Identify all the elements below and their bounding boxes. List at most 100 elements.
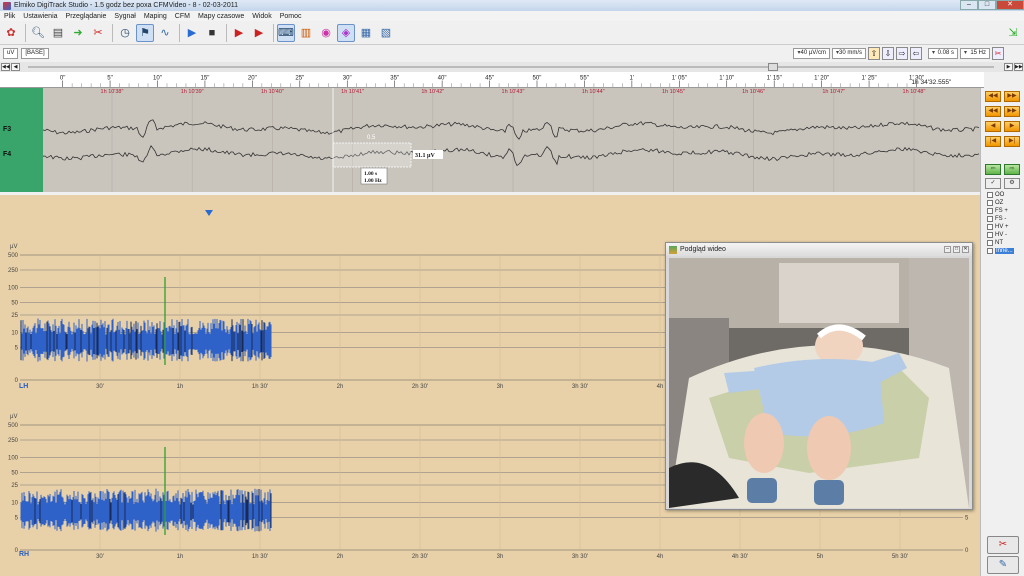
amplitude-down-icon[interactable]: ⇩ <box>882 46 894 60</box>
menu-signal[interactable]: Sygnał <box>114 13 135 20</box>
video-maximize-button[interactable]: □ <box>953 246 960 253</box>
tab-base[interactable]: [BASE] <box>21 47 49 59</box>
close-button[interactable]: ✕ <box>996 0 1024 10</box>
step-back-big-icon[interactable]: ◀◀ <box>985 106 1001 117</box>
video-minimize-button[interactable]: – <box>944 246 951 253</box>
menu-mapping[interactable]: Maping <box>144 13 167 20</box>
filter-tool-icon[interactable]: ✂ <box>992 46 1004 60</box>
tag-nt[interactable]: NT <box>987 240 1003 246</box>
tag-oo[interactable]: OO <box>987 192 1004 198</box>
maximize-button[interactable]: □ <box>978 0 996 10</box>
y-tick-label: 100 <box>8 286 19 292</box>
step-forward-big-icon[interactable]: ▶▶ <box>1004 106 1020 117</box>
export-icon[interactable]: ➜ <box>69 24 87 42</box>
cube-icon[interactable]: ◈ <box>337 23 355 42</box>
print-icon[interactable]: ▤ <box>49 24 67 42</box>
ruler-tick-label: 1’ 15" <box>767 75 782 82</box>
filter-select[interactable]: 15 Hz <box>960 47 990 59</box>
minimize-button[interactable]: – <box>960 0 978 10</box>
speed-select[interactable]: 30 mm/s <box>831 47 866 59</box>
clock-icon[interactable]: ◷ <box>116 24 134 42</box>
eeg-trace-panel[interactable]: F3 F4 1h 10'38" 1h 10'39" 1h 10'40" 1h 10'4… <box>0 88 980 192</box>
x-tick-label: 5h <box>817 554 824 560</box>
ruler-tick-label: 20" <box>248 75 257 82</box>
amplitude-up-icon[interactable]: ⇧ <box>868 46 880 60</box>
time-constant-select[interactable]: 0.08 s <box>928 47 958 59</box>
color-map-icon[interactable]: ◉ <box>317 24 335 42</box>
menu-file[interactable]: Plik <box>4 13 15 20</box>
event-prev-icon[interactable]: ⇦ <box>985 164 1001 175</box>
tag-fs-plus[interactable]: FS + <box>987 208 1008 214</box>
eeg-view-icon[interactable]: ⌨ <box>277 23 295 42</box>
video-preview-window[interactable]: Podgląd wideo – □ ✕ <box>665 242 973 510</box>
video-title-bar[interactable]: Podgląd wideo <box>666 243 972 256</box>
tag-hv-minus[interactable]: HV - <box>987 232 1007 238</box>
page-back-icon[interactable]: ◀◀ <box>985 91 1001 102</box>
menu-help[interactable]: Pomoc <box>280 13 302 20</box>
jump-end-icon[interactable]: ▶▶ <box>1014 63 1023 71</box>
video-close-button[interactable]: ✕ <box>962 246 969 253</box>
montage-icon[interactable]: ✿ <box>2 24 20 42</box>
menu-settings[interactable]: Ustawienia <box>23 13 57 20</box>
palette-icon[interactable]: ▧ <box>377 24 395 42</box>
tag-oz[interactable]: OZ <box>987 200 1003 206</box>
event-next-icon[interactable]: ⇨ <box>1004 164 1020 175</box>
pencil-icon[interactable]: ✎ <box>987 556 1019 574</box>
checkbox[interactable] <box>987 200 993 206</box>
record-end-icon[interactable]: ▶ <box>250 24 268 42</box>
time-scrollbar[interactable] <box>28 63 994 71</box>
tag-other[interactable]: Inne... <box>987 248 1014 254</box>
topo-map-icon[interactable]: ▦ <box>357 24 375 42</box>
checkbox[interactable] <box>987 208 993 214</box>
signal-icon[interactable]: ∿ <box>156 24 174 42</box>
speed-down-icon[interactable]: ⇦ <box>910 46 922 60</box>
x-tick-label: 3h 30' <box>572 554 588 560</box>
menu-time-maps[interactable]: Mapy czasowe <box>198 13 244 20</box>
menu-browse[interactable]: Przeglądanie <box>66 13 107 20</box>
checkbox[interactable] <box>987 216 993 222</box>
tag-hv-plus[interactable]: HV + <box>987 224 1009 230</box>
checkbox[interactable] <box>987 232 993 238</box>
accept-icon[interactable]: ✓ <box>985 178 1001 189</box>
video-frame[interactable] <box>669 258 969 508</box>
play-icon[interactable]: ▶ <box>183 24 201 42</box>
channel-label-f3[interactable]: F3 <box>3 126 11 133</box>
page-forward-icon[interactable]: ▶▶ <box>1004 91 1020 102</box>
go-start-icon[interactable]: |◀ <box>985 136 1001 147</box>
checkbox[interactable] <box>987 248 993 254</box>
go-end-icon[interactable]: ▶| <box>1004 136 1020 147</box>
checkbox[interactable] <box>987 224 993 230</box>
eeg-time-mark: 1h 10'45" <box>662 89 685 95</box>
ruler-tick-label: 50" <box>533 75 542 82</box>
measure-selection[interactable] <box>332 142 412 168</box>
zoom-icon[interactable]: 🔍︎ <box>29 24 47 42</box>
checkbox[interactable] <box>987 240 993 246</box>
ruler-tick-label: 30" <box>343 75 352 82</box>
channel-label-f4[interactable]: F4 <box>3 151 11 158</box>
step-back-icon[interactable]: ◀ <box>11 63 20 71</box>
ruler-tick-label: 1’ <box>630 75 635 82</box>
step-forward-icon[interactable]: ▶ <box>1004 63 1013 71</box>
step-back-small-icon[interactable]: ◀ <box>985 121 1001 132</box>
spectrum-view-icon[interactable]: ▥ <box>297 24 315 42</box>
tools-icon[interactable]: ✂ <box>89 24 107 42</box>
tools-icon[interactable]: ✂ <box>987 536 1019 554</box>
scrollbar-thumb[interactable] <box>768 63 778 71</box>
plot-unit-label: µV <box>10 244 17 250</box>
jump-start-icon[interactable]: ◀◀ <box>1 63 10 71</box>
options-icon[interactable]: ⚙ <box>1004 178 1020 189</box>
cursor-marker-icon[interactable] <box>205 210 213 216</box>
tab-uv[interactable]: uV <box>3 47 19 59</box>
step-forward-small-icon[interactable]: ▶ <box>1004 121 1020 132</box>
stop-icon[interactable]: ■ <box>203 24 221 42</box>
exit-icon[interactable]: ⇲ <box>1004 23 1022 41</box>
tag-fs-minus[interactable]: FS - <box>987 216 1006 222</box>
marker-icon[interactable]: ⚑ <box>136 23 154 42</box>
speed-up-icon[interactable]: ⇨ <box>896 46 908 60</box>
record-mark-icon[interactable]: ▶ <box>230 24 248 42</box>
time-ruler[interactable]: 0" 5" 10" 15" 20" 25" 30" 35" 40" 45" 50" 55" 1’ 1’ 0… <box>0 72 984 88</box>
menu-view[interactable]: Widok <box>252 13 271 20</box>
menu-cfm[interactable]: CFM <box>175 13 190 20</box>
checkbox[interactable] <box>987 192 993 198</box>
sensitivity-select[interactable]: 40 µV/cm <box>793 47 830 59</box>
